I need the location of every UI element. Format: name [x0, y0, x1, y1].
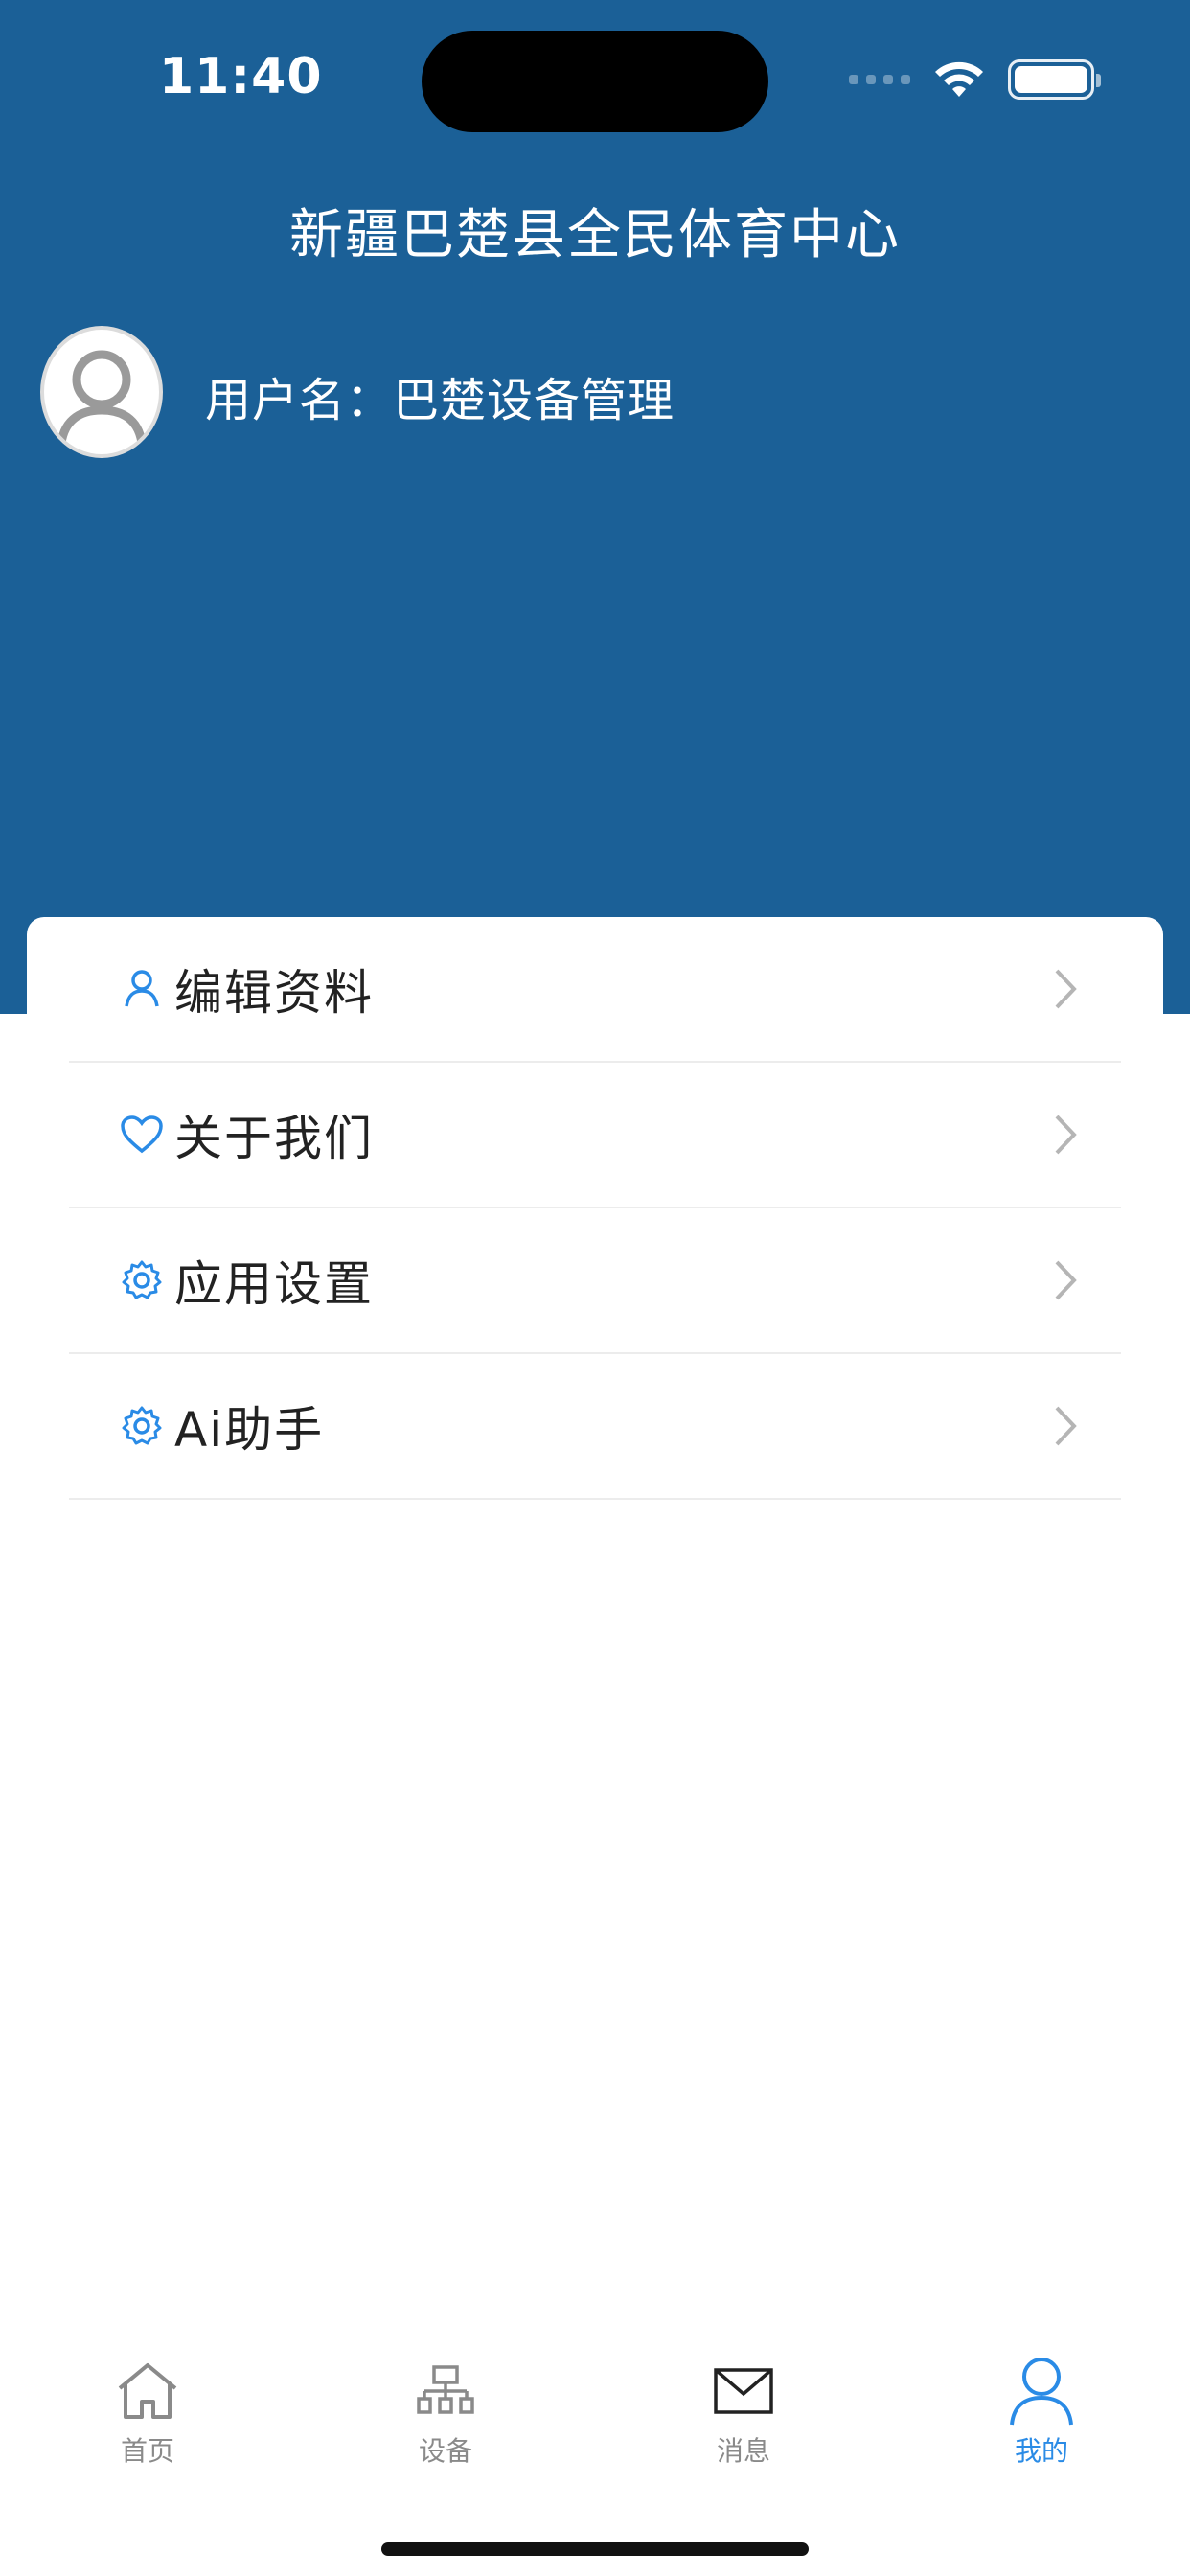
username-label: 用户名：巴楚设备管理	[205, 374, 675, 427]
bottom-tab-bar: 首页 设备 消息 我的	[0, 2338, 1190, 2492]
cellular-signal-icon	[849, 75, 910, 84]
menu-item-label: 应用设置	[174, 1256, 374, 1312]
tab-mine[interactable]: 我的	[946, 2358, 1137, 2492]
network-icon	[412, 2358, 479, 2425]
menu-item-label: 关于我们	[174, 1111, 374, 1166]
wifi-icon	[935, 61, 983, 97]
tab-devices[interactable]: 设备	[350, 2358, 541, 2492]
tab-home[interactable]: 首页	[52, 2358, 243, 2492]
chevron-right-icon	[1055, 1260, 1077, 1300]
tab-messages[interactable]: 消息	[648, 2358, 839, 2492]
dynamic-island	[422, 31, 768, 132]
heart-icon	[113, 1106, 171, 1163]
tab-label: 消息	[716, 2435, 770, 2467]
menu-item-about-us[interactable]: 关于我们	[69, 1063, 1121, 1208]
battery-icon	[1008, 59, 1101, 100]
menu-item-label: 编辑资料	[174, 965, 374, 1021]
mail-icon	[710, 2358, 777, 2425]
menu-item-ai-assistant[interactable]: Ai助手	[69, 1354, 1121, 1500]
tab-label: 首页	[120, 2435, 174, 2467]
home-indicator[interactable]	[381, 2542, 809, 2556]
profile-screen: 11:40 新疆巴楚县全民体育中心 用户名：巴楚设备管理 编辑资料 关于我们 应…	[0, 0, 1190, 2576]
gear-icon	[113, 1252, 171, 1309]
avatar[interactable]	[40, 326, 163, 458]
page-title: 新疆巴楚县全民体育中心	[289, 204, 901, 266]
user-icon	[113, 960, 171, 1018]
menu-item-label: Ai助手	[174, 1402, 325, 1458]
tab-label: 设备	[418, 2435, 472, 2467]
chevron-right-icon	[1055, 969, 1077, 1009]
user-icon	[1008, 2358, 1075, 2426]
tab-label: 我的	[1014, 2435, 1068, 2467]
gear-icon	[113, 1397, 171, 1455]
home-icon	[114, 2358, 181, 2425]
chevron-right-icon	[1055, 1406, 1077, 1446]
profile-header: 11:40 新疆巴楚县全民体育中心 用户名：巴楚设备管理	[0, 0, 1190, 1014]
default-avatar-icon	[57, 350, 147, 444]
menu-item-edit-profile[interactable]: 编辑资料	[69, 917, 1121, 1063]
menu-item-app-settings[interactable]: 应用设置	[69, 1208, 1121, 1354]
status-indicators	[849, 56, 1101, 104]
status-time: 11:40	[159, 48, 323, 105]
chevron-right-icon	[1055, 1115, 1077, 1155]
